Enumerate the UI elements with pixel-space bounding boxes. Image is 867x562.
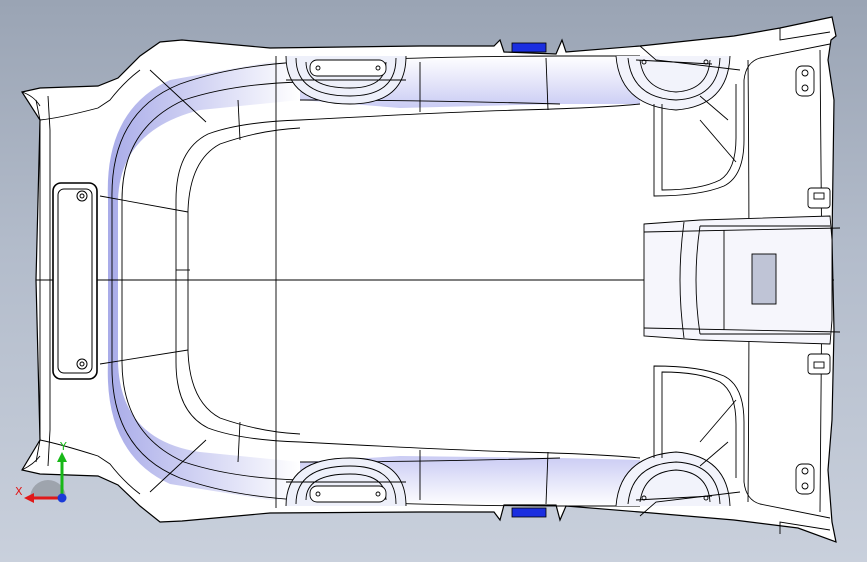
coordinate-triad: X Y — [10, 438, 74, 508]
x-axis-label: X — [15, 485, 23, 498]
clip-bottom[interactable] — [511, 507, 547, 518]
grab-handle-front — [52, 182, 98, 380]
rear-console — [643, 215, 841, 345]
headliner-model[interactable] — [0, 0, 867, 562]
console-light-window — [751, 253, 777, 305]
y-axis-label: Y — [60, 440, 67, 453]
clip-top[interactable] — [511, 42, 547, 53]
graphics-viewport[interactable]: X Y — [0, 0, 867, 562]
